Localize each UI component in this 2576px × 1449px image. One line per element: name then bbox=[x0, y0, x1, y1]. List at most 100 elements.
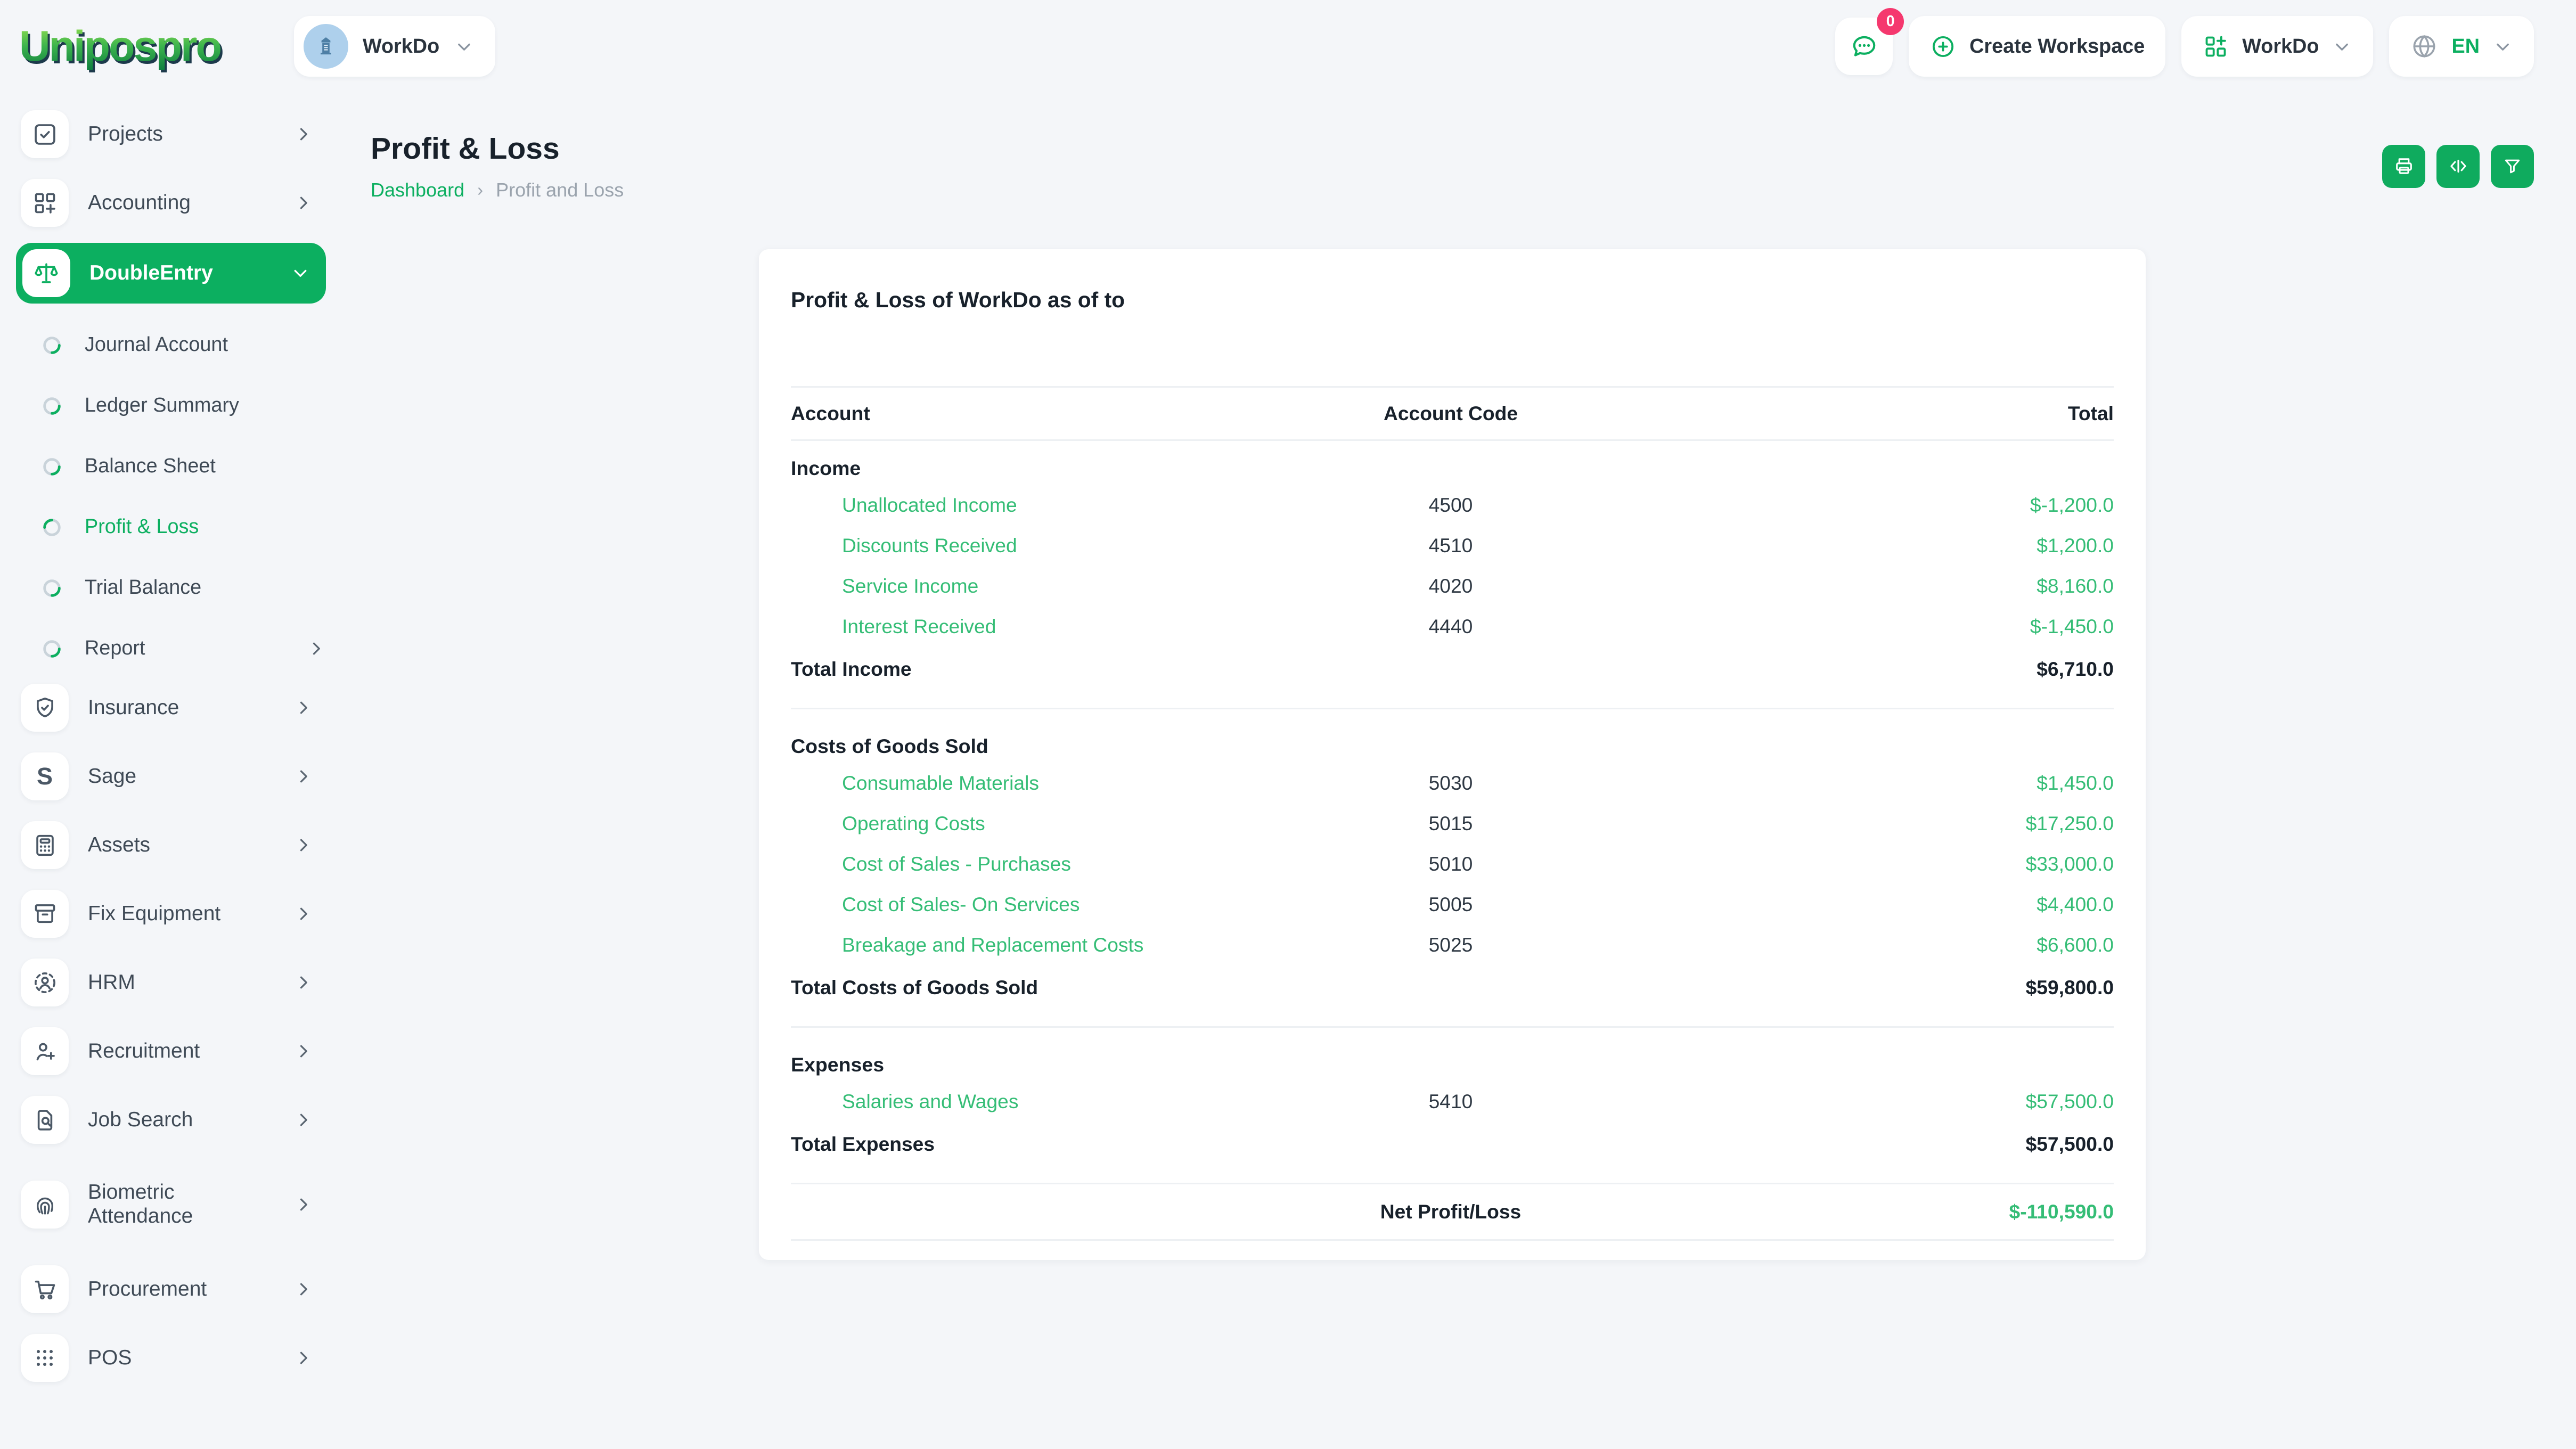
chevron-right-icon bbox=[294, 1195, 313, 1214]
chevron-right-icon bbox=[294, 904, 313, 923]
workspace-chip-label: WorkDo bbox=[363, 35, 439, 58]
sidebar-item-report[interactable]: Report bbox=[16, 618, 326, 679]
chevron-right-icon bbox=[294, 698, 313, 717]
grid-plus-icon bbox=[31, 190, 59, 217]
breadcrumb-current: Profit and Loss bbox=[496, 179, 624, 201]
account-link[interactable]: Cost of Sales- On Services bbox=[791, 893, 1267, 916]
account-link[interactable]: Salaries and Wages bbox=[791, 1090, 1267, 1113]
section-total-row: Total Expenses $57,500.0 bbox=[791, 1121, 2114, 1170]
topbar: Unipospro WorkDo 0 bbox=[0, 0, 2575, 93]
sidebar-item-trial-balance[interactable]: Trial Balance bbox=[16, 558, 326, 618]
sidebar-item-sage[interactable]: S Sage bbox=[16, 748, 326, 805]
sidebar-item-fix-equipment[interactable]: Fix Equipment bbox=[16, 885, 326, 943]
account-link[interactable]: Consumable Materials bbox=[791, 772, 1267, 795]
account-total: $1,450.0 bbox=[1634, 772, 2114, 795]
table-row: Consumable Materials 5030 $1,450.0 bbox=[791, 763, 2114, 803]
section-header-expenses: Expenses bbox=[791, 1037, 2114, 1081]
chevron-down-icon bbox=[454, 36, 475, 57]
cart-icon bbox=[31, 1276, 59, 1303]
chevron-right-icon bbox=[294, 193, 313, 212]
account-link[interactable]: Breakage and Replacement Costs bbox=[791, 934, 1267, 956]
code-button[interactable] bbox=[2436, 145, 2480, 188]
chevron-down-icon bbox=[2332, 36, 2352, 57]
account-link[interactable]: Operating Costs bbox=[791, 812, 1267, 835]
sidebar-item-hrm[interactable]: HRM bbox=[16, 954, 326, 1011]
filter-button[interactable] bbox=[2491, 145, 2534, 188]
sidebar-item-ledger-summary[interactable]: Ledger Summary bbox=[16, 375, 326, 436]
sage-letter-icon: S bbox=[37, 763, 53, 790]
sidebar-item-journal-account[interactable]: Journal Account bbox=[16, 315, 326, 375]
building-icon bbox=[313, 34, 339, 59]
table-header: Account Account Code Total bbox=[791, 388, 2114, 439]
messages-button[interactable]: 0 bbox=[1835, 18, 1893, 75]
create-workspace-label: Create Workspace bbox=[1969, 35, 2145, 58]
net-profit-row: Net Profit/Loss $-110,590.0 bbox=[791, 1183, 2114, 1241]
sidebar-item-job-search[interactable]: Job Search bbox=[16, 1091, 326, 1149]
net-profit-label: Net Profit/Loss bbox=[1267, 1200, 1634, 1223]
sidebar-item-pos[interactable]: POS bbox=[16, 1329, 326, 1387]
sidebar-item-projects[interactable]: Projects bbox=[16, 105, 326, 163]
account-link[interactable]: Cost of Sales - Purchases bbox=[791, 853, 1267, 875]
section-total-value: $59,800.0 bbox=[1634, 976, 2114, 999]
sidebar-item-doubleentry[interactable]: DoubleEntry bbox=[16, 243, 326, 304]
notification-badge: 0 bbox=[1877, 8, 1904, 35]
sidebar: Projects Accounting DoubleEntry Journal … bbox=[0, 93, 339, 1449]
breadcrumb-dashboard-link[interactable]: Dashboard bbox=[371, 179, 464, 201]
account-total: $1,200.0 bbox=[1634, 534, 2114, 557]
sidebar-item-recruitment[interactable]: Recruitment bbox=[16, 1022, 326, 1080]
chat-icon bbox=[1849, 31, 1879, 62]
create-workspace-button[interactable]: Create Workspace bbox=[1909, 16, 2165, 77]
printer-icon bbox=[2393, 155, 2415, 177]
sidebar-item-insurance[interactable]: Insurance bbox=[16, 679, 326, 736]
page-header: Profit & Loss Dashboard › Profit and Los… bbox=[371, 131, 2534, 201]
chevron-right-icon bbox=[307, 639, 326, 658]
table-row: Salaries and Wages 5410 $57,500.0 bbox=[791, 1081, 2114, 1121]
fingerprint-icon bbox=[31, 1191, 59, 1218]
account-code: 5410 bbox=[1267, 1090, 1634, 1113]
print-button[interactable] bbox=[2382, 145, 2425, 188]
page-title: Profit & Loss bbox=[371, 131, 624, 166]
workspace-dropdown[interactable]: WorkDo bbox=[2181, 16, 2373, 77]
spinner-bullet-icon bbox=[42, 638, 62, 659]
account-link[interactable]: Unallocated Income bbox=[791, 494, 1267, 517]
sidebar-item-profit-loss[interactable]: Profit & Loss bbox=[16, 497, 326, 558]
sidebar-item-procurement[interactable]: Procurement bbox=[16, 1260, 326, 1318]
spinner-bullet-icon bbox=[42, 578, 62, 599]
col-account: Account bbox=[791, 402, 1267, 425]
language-dropdown[interactable]: EN bbox=[2389, 16, 2534, 77]
person-dashed-circle-icon bbox=[31, 969, 59, 996]
account-code: 4500 bbox=[1267, 494, 1634, 517]
chevron-down-icon bbox=[2492, 36, 2513, 57]
net-profit-value: $-110,590.0 bbox=[1634, 1200, 2114, 1223]
chevron-right-icon bbox=[294, 1110, 313, 1129]
scale-icon bbox=[32, 259, 61, 288]
sidebar-item-assets[interactable]: Assets bbox=[16, 816, 326, 874]
filter-icon bbox=[2502, 156, 2523, 177]
account-code: 5015 bbox=[1267, 812, 1634, 835]
sidebar-item-accounting[interactable]: Accounting bbox=[16, 174, 326, 232]
profit-loss-card: Profit & Loss of WorkDo as of to Account… bbox=[759, 249, 2146, 1260]
col-total: Total bbox=[1634, 402, 2114, 425]
account-link[interactable]: Discounts Received bbox=[791, 534, 1267, 557]
sidebar-item-balance-sheet[interactable]: Balance Sheet bbox=[16, 436, 326, 497]
chevron-right-icon bbox=[294, 1348, 313, 1368]
table-row: Cost of Sales - Purchases 5010 $33,000.0 bbox=[791, 844, 2114, 884]
col-account-code: Account Code bbox=[1267, 402, 1634, 425]
divider bbox=[791, 708, 2114, 709]
account-code: 4440 bbox=[1267, 615, 1634, 638]
sidebar-item-biometric-attendance[interactable]: Biometric Attendance bbox=[16, 1160, 326, 1249]
section-total-row: Total Costs of Goods Sold $59,800.0 bbox=[791, 965, 2114, 1013]
workspace-chip[interactable]: WorkDo bbox=[294, 16, 495, 77]
main-content: Profit & Loss Dashboard › Profit and Los… bbox=[339, 93, 2575, 1260]
section-total-label: Total Expenses bbox=[791, 1133, 1267, 1156]
section-total-label: Total Income bbox=[791, 658, 1267, 681]
topbar-right-cluster: 0 Create Workspace WorkDo bbox=[1835, 16, 2534, 77]
chevron-right-icon bbox=[294, 836, 313, 855]
section-header-cogs: Costs of Goods Sold bbox=[791, 719, 2114, 763]
account-link[interactable]: Service Income bbox=[791, 575, 1267, 597]
account-link[interactable]: Interest Received bbox=[791, 615, 1267, 638]
table-row: Cost of Sales- On Services 5005 $4,400.0 bbox=[791, 884, 2114, 924]
language-code: EN bbox=[2451, 35, 2480, 58]
grid-plus-icon bbox=[2202, 33, 2229, 60]
workspace-avatar bbox=[304, 24, 348, 69]
